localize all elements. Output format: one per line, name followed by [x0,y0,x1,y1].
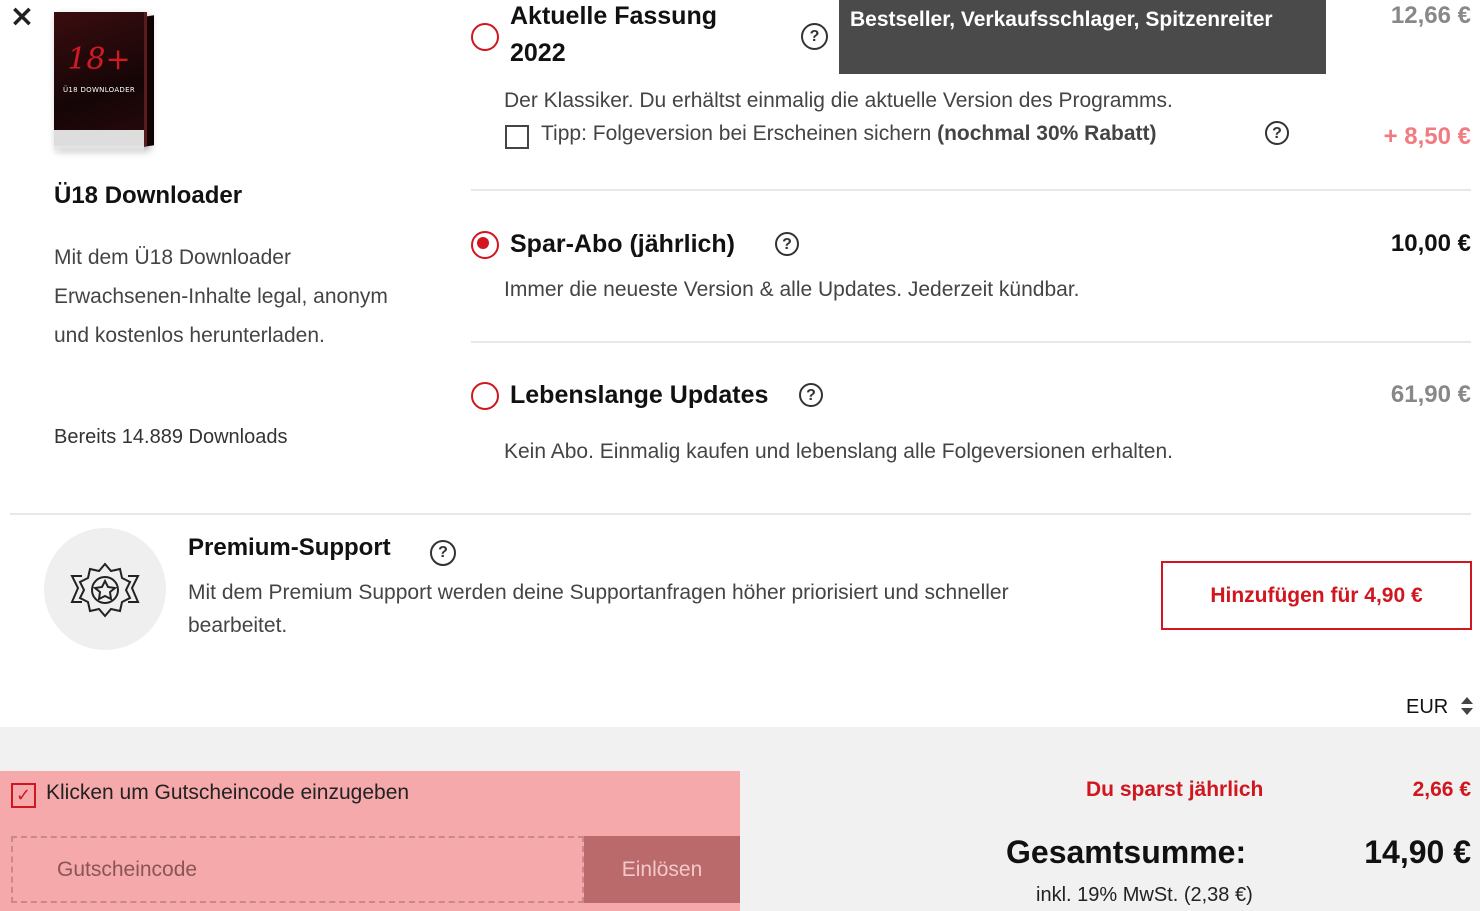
option-price-lebenslange-updates: 61,90 € [1390,381,1471,408]
coupon-label[interactable]: Klicken um Gutscheincode einzugeben [46,781,409,805]
option-description-aktuelle-fassung: Der Klassiker. Du erhältst einmalig die … [504,89,1173,112]
coupon-input[interactable]: Gutscheincode [11,836,584,903]
help-icon[interactable]: ? [775,232,799,256]
divider [471,189,1471,191]
help-icon[interactable]: ? [801,23,828,50]
box-logo-text: 18+ [67,42,131,77]
currency-select[interactable]: EUR [1406,696,1474,719]
total-value: 14,90 € [1364,834,1471,870]
download-count: Bereits 14.889 Downloads [54,426,288,448]
option-radio-spar-abo[interactable] [471,231,499,259]
total-label: Gesamtsumme: [1006,834,1247,870]
option-price-aktuelle-fassung: 12,66 € [1390,2,1471,29]
option-description-spar-abo: Immer die neueste Version & alle Updates… [504,278,1080,301]
savings-label: Du sparst jährlich [1086,778,1264,801]
followup-price: + 8,50 € [1383,123,1471,150]
option-radio-aktuelle-fassung[interactable] [471,23,499,51]
help-icon[interactable]: ? [1265,121,1289,145]
option-radio-lebenslange-updates[interactable] [471,382,499,410]
close-icon[interactable]: × [8,2,36,32]
add-premium-button[interactable]: Hinzufügen für 4,90 € [1161,561,1472,630]
sort-arrows-icon [1460,697,1473,715]
option-title-spar-abo: Spar-Abo (jährlich) [510,230,736,258]
premium-title: Premium-Support [188,534,391,561]
help-icon[interactable]: ? [799,383,823,407]
redeem-button[interactable]: Einlösen [584,836,740,903]
box-name-text: Ü18 DOWNLOADER [62,86,136,94]
product-title: Ü18 Downloader [54,182,243,209]
help-icon[interactable]: ? [430,540,456,566]
followup-checkbox[interactable] [505,125,529,149]
coupon-checkbox[interactable]: ✓ [11,783,36,808]
option-price-spar-abo: 10,00 € [1390,230,1471,257]
premium-description: Mit dem Premium Support werden deine Sup… [188,581,1009,637]
savings-value: 2,66 € [1412,778,1471,801]
option-title-lebenslange-updates: Lebenslange Updates [510,381,769,409]
award-badge-icon [70,562,140,618]
premium-icon-circle [44,528,166,650]
divider [10,513,1471,515]
divider [471,341,1471,343]
tooltip: Bestseller, Verkaufsschlager, Spitzenrei… [839,0,1326,74]
followup-tip-label[interactable]: Tipp: Folgeversion bei Erscheinen sicher… [541,122,1156,146]
vat-note: inkl. 19% MwSt. (2,38 €) [1036,884,1253,906]
option-title-aktuelle-fassung: Aktuelle Fassung 2022 [510,2,717,67]
option-description-lebenslange-updates: Kein Abo. Einmalig kaufen und lebenslang… [504,440,1173,463]
product-description: Mit dem Ü18 Downloader Erwachsenen-Inhal… [54,246,388,347]
product-box-image: 18+ Ü18 DOWNLOADER [40,6,170,156]
